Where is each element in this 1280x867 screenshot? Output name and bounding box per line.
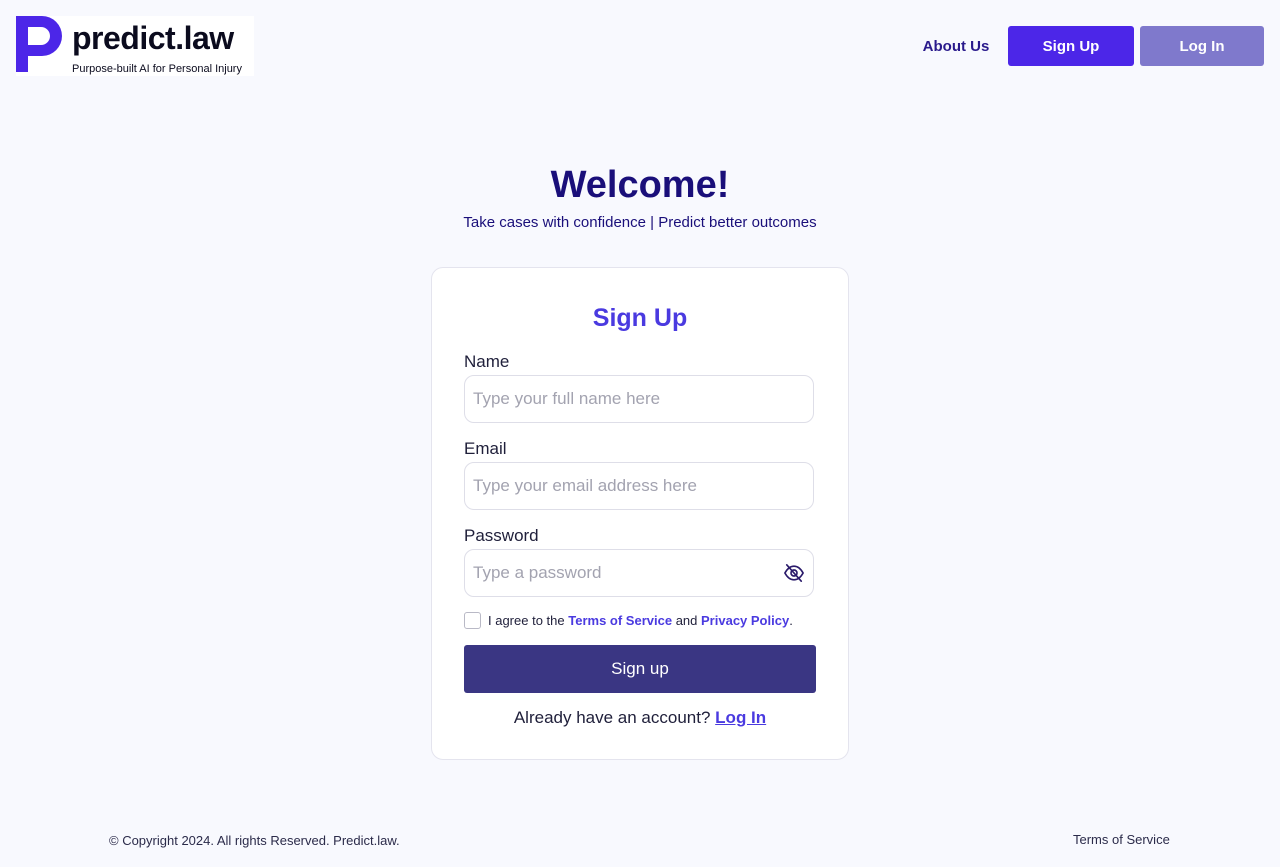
privacy-policy-link[interactable]: Privacy Policy bbox=[701, 613, 789, 628]
brand-name: predict.law bbox=[72, 20, 234, 56]
email-input[interactable] bbox=[464, 462, 814, 510]
footer-copyright: © Copyright 2024. All rights Reserved. P… bbox=[109, 833, 400, 848]
log-in-link[interactable]: Log In bbox=[715, 708, 766, 727]
nav-about-us-link[interactable]: About Us bbox=[912, 26, 1000, 66]
logo-p-icon bbox=[16, 16, 62, 72]
footer-terms-of-service-link[interactable]: Terms of Service bbox=[1073, 832, 1170, 848]
nav-sign-up-button[interactable]: Sign Up bbox=[1008, 26, 1134, 66]
name-input[interactable] bbox=[464, 375, 814, 423]
terms-agree-checkbox[interactable] bbox=[464, 612, 481, 629]
brand-logo[interactable]: predict.law Purpose-built AI for Persona… bbox=[16, 16, 254, 76]
sign-up-submit-button[interactable]: Sign up bbox=[464, 645, 816, 693]
password-input[interactable] bbox=[464, 549, 814, 597]
password-label: Password bbox=[464, 526, 539, 545]
header: predict.law Purpose-built AI for Persona… bbox=[0, 0, 1280, 90]
agree-prefix: I agree to the bbox=[488, 613, 565, 628]
email-label: Email bbox=[464, 439, 507, 458]
already-text: Already have an account? bbox=[513, 708, 711, 727]
already-have-account: Already have an account? Log In bbox=[0, 707, 1280, 729]
terms-agree-text: I agree to the Terms of Service and Priv… bbox=[488, 613, 793, 629]
page-title: Welcome! bbox=[550, 164, 730, 206]
terms-of-service-link[interactable]: Terms of Service bbox=[568, 613, 672, 628]
nav-log-in-button[interactable]: Log In bbox=[1140, 26, 1264, 66]
brand-tagline: Purpose-built AI for Personal Injury bbox=[72, 63, 242, 75]
agree-and: and bbox=[675, 613, 698, 628]
signup-card-title: Sign Up bbox=[592, 304, 688, 332]
name-label: Name bbox=[464, 352, 510, 371]
eye-off-icon[interactable] bbox=[783, 563, 805, 583]
page-subtitle: Take cases with confidence | Predict bet… bbox=[463, 214, 817, 231]
agree-suffix: . bbox=[789, 613, 793, 628]
